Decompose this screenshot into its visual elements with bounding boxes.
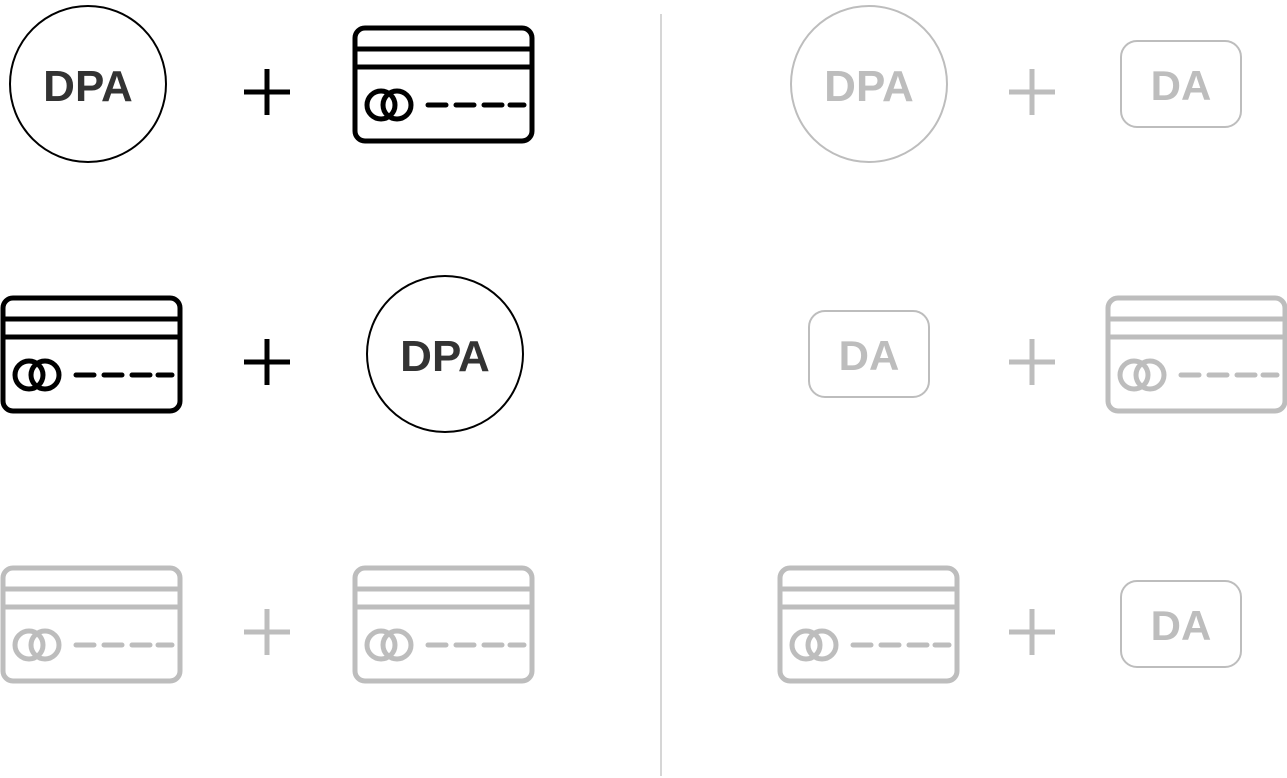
da-label: DA [1151, 62, 1212, 109]
da-label: DA [839, 332, 900, 379]
dpa-badge-icon: DPA [8, 4, 168, 164]
card-body [0, 295, 183, 414]
credit-card-icon [1105, 295, 1287, 415]
card-body [0, 565, 183, 684]
plus-icon [1007, 67, 1057, 117]
credit-card-icon [352, 25, 536, 145]
da-badge-icon: DA [1120, 40, 1244, 130]
credit-card-icon [0, 295, 184, 415]
card-body [352, 25, 535, 144]
dpa-label: DPA [824, 62, 914, 111]
dpa-label: DPA [43, 62, 133, 111]
plus-icon [1007, 607, 1057, 657]
credit-card-icon [352, 565, 536, 685]
dpa-label: DPA [400, 332, 490, 381]
dpa-badge-icon: DPA [365, 274, 525, 434]
dpa-badge-icon: DPA [789, 4, 949, 164]
credit-card-icon [0, 565, 184, 685]
plus-icon [242, 607, 292, 657]
da-badge-icon: DA [808, 310, 932, 400]
da-badge-icon: DA [1120, 580, 1244, 670]
da-label: DA [1151, 602, 1212, 649]
plus-icon [1007, 337, 1057, 387]
plus-icon [242, 337, 292, 387]
card-body [352, 565, 535, 684]
card-body [1105, 295, 1287, 414]
column-divider [660, 14, 662, 776]
credit-card-icon [777, 565, 961, 685]
card-body [777, 565, 960, 684]
plus-icon [242, 67, 292, 117]
